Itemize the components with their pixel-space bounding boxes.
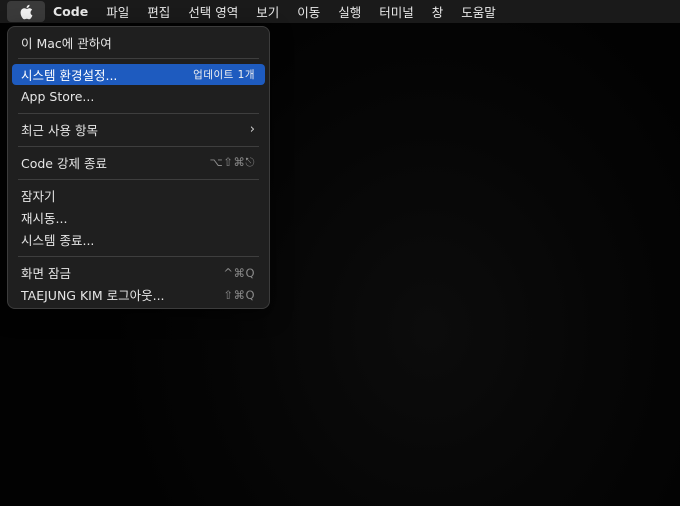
menubar-item-run[interactable]: 실행: [329, 0, 370, 23]
menu-separator: [18, 179, 259, 180]
menu-item-label: 시스템 종료...: [21, 233, 95, 248]
menu-item-label: 화면 잠금: [21, 266, 71, 281]
menu-separator: [18, 58, 259, 59]
menu-item-label: Code 강제 종료: [21, 156, 107, 171]
menu-item-app-store[interactable]: App Store...: [12, 86, 265, 107]
menubar-item-edit[interactable]: 편집: [138, 0, 179, 23]
menu-item-label: 재시동...: [21, 211, 68, 226]
menu-separator: [18, 256, 259, 257]
menu-item-restart[interactable]: 재시동...: [12, 207, 265, 228]
menu-item-label: TAEJUNG KIM 로그아웃...: [21, 288, 165, 303]
menubar-item-go[interactable]: 이동: [288, 0, 329, 23]
menu-item-sleep[interactable]: 잠자기: [12, 185, 265, 206]
menu-separator: [18, 146, 259, 147]
logout-shortcut: ⇧⌘Q: [223, 287, 255, 302]
menu-separator: [18, 113, 259, 114]
lock-screen-shortcut: ^⌘Q: [223, 265, 255, 280]
menubar-item-terminal[interactable]: 터미널: [370, 0, 423, 23]
menu-item-label: App Store...: [21, 89, 95, 104]
menu-item-label: 시스템 환경설정...: [21, 68, 118, 83]
apple-logo-icon: [19, 4, 33, 20]
menu-item-recent-items[interactable]: 최근 사용 항목 ›: [12, 119, 265, 140]
menu-item-system-settings[interactable]: 시스템 환경설정... 업데이트 1개: [12, 64, 265, 85]
menubar-item-window[interactable]: 창: [423, 0, 453, 23]
menu-item-logout[interactable]: TAEJUNG KIM 로그아웃... ⇧⌘Q: [12, 284, 265, 305]
menu-bar: Code 파일 편집 선택 영역 보기 이동 실행 터미널 창 도움말: [0, 0, 680, 23]
apple-menu-dropdown: 이 Mac에 관하여 시스템 환경설정... 업데이트 1개 App Store…: [7, 26, 270, 309]
menubar-item-file[interactable]: 파일: [97, 0, 138, 23]
menu-item-about-mac[interactable]: 이 Mac에 관하여: [12, 32, 265, 53]
menu-item-label: 잠자기: [21, 189, 56, 204]
menu-item-shutdown[interactable]: 시스템 종료...: [12, 229, 265, 250]
menubar-item-view[interactable]: 보기: [247, 0, 288, 23]
update-badge: 업데이트 1개: [193, 69, 255, 81]
menu-item-lock-screen[interactable]: 화면 잠금 ^⌘Q: [12, 262, 265, 283]
menu-item-label: 이 Mac에 관하여: [21, 36, 112, 51]
force-quit-shortcut: ⌥⇧⌘⎋: [209, 155, 255, 169]
menubar-item-help[interactable]: 도움말: [452, 0, 505, 23]
menu-item-label: 최근 사용 항목: [21, 123, 98, 138]
apple-menu-button[interactable]: [7, 1, 45, 22]
menu-item-force-quit[interactable]: Code 강제 종료 ⌥⇧⌘⎋: [12, 152, 265, 173]
menubar-item-selection[interactable]: 선택 영역: [179, 0, 247, 23]
chevron-right-icon: ›: [249, 122, 255, 137]
menubar-app-name[interactable]: Code: [45, 0, 97, 23]
